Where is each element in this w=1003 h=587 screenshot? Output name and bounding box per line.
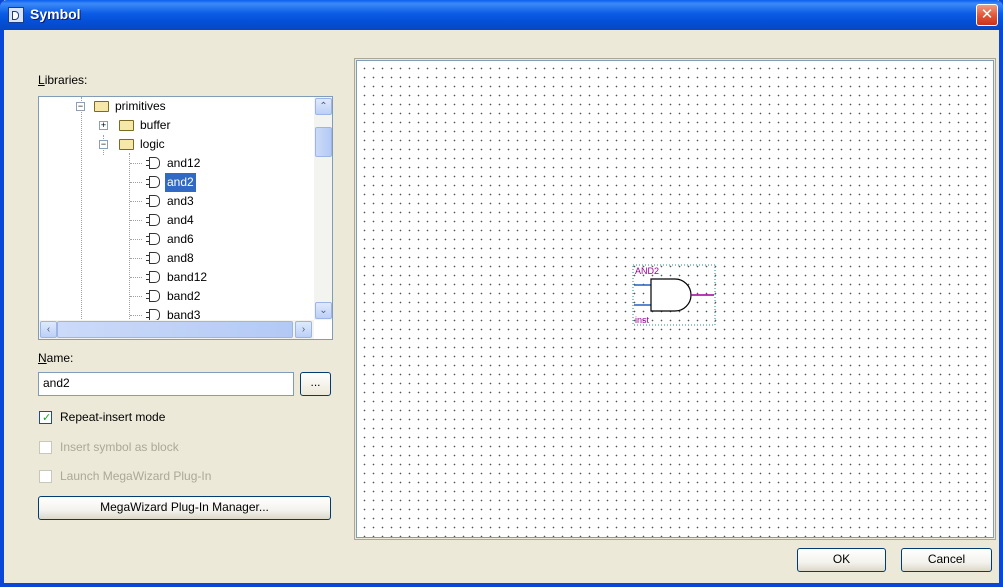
collapse-icon[interactable]: − <box>99 140 108 149</box>
vertical-scrollbar[interactable]: ⌃ ⌄ <box>314 97 332 320</box>
scroll-right-button[interactable]: › <box>295 321 312 338</box>
tree-connector <box>130 201 142 202</box>
scroll-left-button[interactable]: ‹ <box>40 321 57 338</box>
tree-item-and2[interactable]: and2 <box>39 173 309 192</box>
tree-connector <box>130 239 142 240</box>
tree-item-label: and8 <box>167 251 194 265</box>
launch-megawizard-label: Launch MegaWizard Plug-In <box>60 469 212 483</box>
repeat-insert-label[interactable]: Repeat-insert mode <box>60 410 165 424</box>
symbol-icon <box>146 290 160 302</box>
tree-item-label: and3 <box>167 194 194 208</box>
symbol-name-text: AND2 <box>635 266 659 276</box>
tree-item-label: logic <box>140 137 165 151</box>
symbol-icon <box>146 176 160 188</box>
title-bar[interactable]: Symbol ✕ <box>0 0 1003 30</box>
browse-button[interactable]: ... <box>300 372 331 396</box>
tree-item-label: primitives <box>115 99 166 113</box>
libraries-label: Libraries: <box>38 73 88 87</box>
scroll-up-button[interactable]: ⌃ <box>315 98 332 115</box>
tree-connector <box>130 163 142 164</box>
symbol-icon <box>146 214 160 226</box>
tree-item-and6[interactable]: and6 <box>39 230 309 249</box>
tree-item-and12[interactable]: and12 <box>39 154 309 173</box>
close-button[interactable]: ✕ <box>976 4 998 26</box>
insert-as-block-checkbox[interactable] <box>39 441 52 454</box>
cancel-button[interactable]: Cancel <box>901 548 992 572</box>
tree-item-label: band2 <box>167 289 201 303</box>
folder-icon <box>119 120 134 131</box>
tree-item-label: and12 <box>167 156 201 170</box>
launch-megawizard-checkbox[interactable] <box>39 470 52 483</box>
tree-item-label: and6 <box>167 232 194 246</box>
horizontal-scrollbar[interactable]: ‹ › <box>39 320 314 339</box>
symbol-icon <box>146 271 160 283</box>
symbol-icon <box>146 309 160 320</box>
tree-item-buffer[interactable]: + buffer <box>39 116 309 135</box>
symbol-icon <box>146 157 160 169</box>
expand-icon[interactable]: + <box>99 121 108 130</box>
tree-item-label: and2 <box>165 173 196 192</box>
open-folder-icon <box>94 101 109 112</box>
symbol-icon <box>146 252 160 264</box>
libraries-tree[interactable]: − primitives + buffer − logic and12 and2… <box>38 96 333 340</box>
tree-item-primitives[interactable]: − primitives <box>39 97 309 116</box>
tree-item-label: band3 <box>167 308 201 320</box>
tree-item-and8[interactable]: and8 <box>39 249 309 268</box>
scroll-down-button[interactable]: ⌄ <box>315 302 332 319</box>
tree-connector <box>130 296 142 297</box>
window-title: Symbol <box>30 6 81 22</box>
scroll-thumb[interactable] <box>315 127 332 157</box>
tree-connector <box>130 315 142 316</box>
symbol-preview-canvas: AND2 inst <box>356 60 994 538</box>
symbol-icon <box>146 233 160 245</box>
tree-item-band2[interactable]: band2 <box>39 287 309 306</box>
instance-label-text: inst <box>635 315 650 325</box>
tree-item-label: buffer <box>140 118 171 132</box>
check-icon: ✓ <box>42 412 52 424</box>
megawizard-manager-button[interactable]: MegaWizard Plug-In Manager... <box>38 496 331 520</box>
symbol-app-icon <box>8 7 24 23</box>
tree-item-and4[interactable]: and4 <box>39 211 309 230</box>
tree-item-label: and4 <box>167 213 194 227</box>
tree-connector <box>130 277 142 278</box>
tree-item-logic[interactable]: − logic <box>39 135 309 154</box>
tree-connector <box>130 220 142 221</box>
and-gate-body <box>650 278 692 312</box>
name-input[interactable]: and2 <box>38 372 294 396</box>
tree-connector <box>130 258 142 259</box>
tree-connector <box>130 182 142 183</box>
insert-as-block-label: Insert symbol as block <box>60 440 179 454</box>
symbol-icon <box>146 195 160 207</box>
tree-item-and3[interactable]: and3 <box>39 192 309 211</box>
collapse-icon[interactable]: − <box>76 102 85 111</box>
ok-button[interactable]: OK <box>797 548 886 572</box>
tree-item-label: band12 <box>167 270 208 284</box>
tree-item-band3[interactable]: band3 <box>39 306 309 320</box>
name-label: Name: <box>38 351 74 365</box>
repeat-insert-checkbox[interactable]: ✓ <box>39 411 52 424</box>
open-folder-icon <box>119 139 134 150</box>
scroll-thumb[interactable] <box>57 321 293 338</box>
tree-item-band12[interactable]: band12 <box>39 268 309 287</box>
and-gate-preview: AND2 inst <box>632 264 716 326</box>
